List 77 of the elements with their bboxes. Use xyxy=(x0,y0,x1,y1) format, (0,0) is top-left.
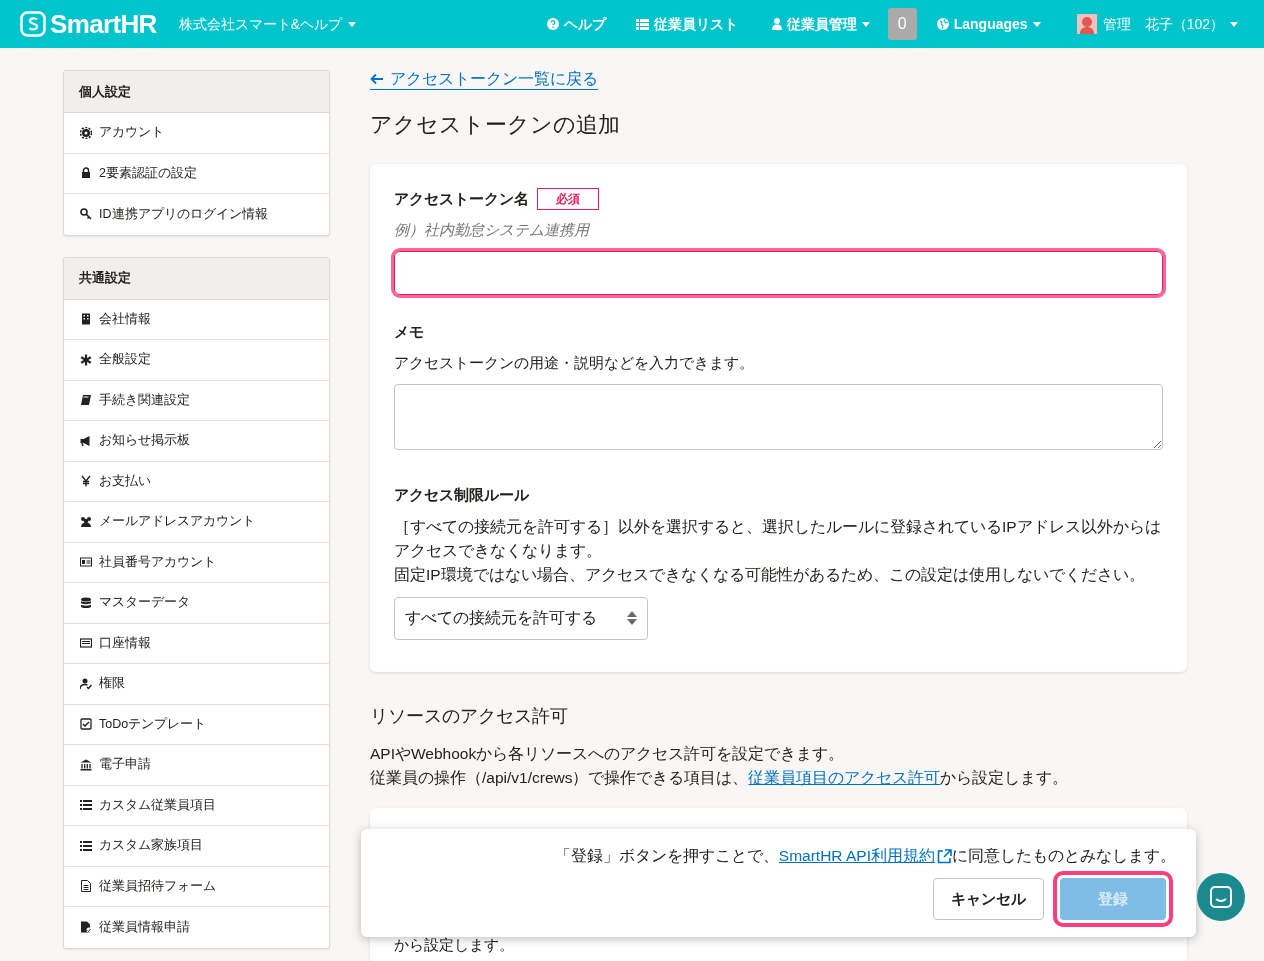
caret-icon xyxy=(1230,21,1238,27)
sidebar-item[interactable]: 社員番号アカウント xyxy=(64,542,329,583)
field-label: アクセス制限ルール xyxy=(394,485,530,505)
sidebar-item[interactable]: 電子申請 xyxy=(64,745,329,786)
field-description: ［すべての接続元を許可する］以外を選択すると、選択したルールに登録されているIPアドレス以外からはアクセスできなくなります。 xyxy=(394,516,1162,561)
caret-icon xyxy=(1032,21,1041,27)
consent-notice: 「登録」ボタンを押すことで、SmartHR API利用規約 に同意したものとみなします。 xyxy=(554,845,1176,867)
sidebar-item[interactable]: アカウント xyxy=(64,113,329,154)
register-button: 登録 xyxy=(1060,878,1166,920)
external-link-icon xyxy=(937,848,952,864)
sidebar-item[interactable]: マスターデータ xyxy=(64,583,329,624)
access-rule-select[interactable]: すべての接続元を許可する xyxy=(394,596,648,640)
document-icon xyxy=(80,880,92,893)
sidebar-item[interactable]: 従業員招待フォーム xyxy=(64,866,329,907)
section-title: 個人設定 xyxy=(64,71,329,113)
sidebar-item[interactable]: カスタム家族項目 xyxy=(64,826,329,867)
text-input[interactable] xyxy=(394,251,1163,295)
key-icon xyxy=(80,208,92,221)
gear-icon xyxy=(80,126,92,139)
permission-link[interactable]: 従業員項目のアクセス許可 xyxy=(748,768,941,786)
checkbox-icon xyxy=(80,718,92,731)
chat-icon xyxy=(1210,886,1232,908)
section-title: 共通設定 xyxy=(64,257,329,300)
database-icon xyxy=(80,596,92,609)
sidebar-item[interactable]: 従業員情報申請 xyxy=(64,907,329,948)
help-icon xyxy=(546,18,559,30)
user-icon xyxy=(771,18,782,30)
field-description: 固定IP環境ではない場合、アクセスできなくなる可能性があるため、この設定は使用しないでください。 xyxy=(394,564,1146,585)
list-icon xyxy=(635,18,649,30)
field-description: アクセストークンの用途・説明などを入力できます。 xyxy=(394,352,755,373)
field-label: アクセストークン名 xyxy=(394,189,529,209)
caret-icon xyxy=(348,21,357,27)
back-link[interactable]: アクセストークン一覧に戻る xyxy=(370,69,598,90)
card-text: から設定します。 xyxy=(394,934,515,955)
chat-button[interactable] xyxy=(1197,873,1245,921)
avatar-icon xyxy=(1076,14,1097,34)
card-icon xyxy=(80,637,92,650)
sidebar-item[interactable]: 手続き関連設定 xyxy=(64,380,329,421)
asterisk-icon xyxy=(80,353,92,366)
list-icon xyxy=(80,799,92,812)
sidebar-item[interactable]: 2要素認証の設定 xyxy=(64,153,329,194)
sidebar-item[interactable]: メールアドレスアカウント xyxy=(64,502,329,543)
id-card-icon xyxy=(80,556,92,569)
sort-icon xyxy=(627,611,637,625)
sidebar-item[interactable]: 会社情報 xyxy=(64,299,329,340)
book-icon xyxy=(80,394,92,407)
globe-icon xyxy=(936,18,949,30)
cancel-button[interactable]: キャンセル xyxy=(933,878,1044,920)
section-heading: リソースのアクセス許可 xyxy=(370,704,569,728)
lock-icon xyxy=(80,167,92,180)
sidebar-item[interactable]: お知らせ掲示板 xyxy=(64,421,329,462)
megaphone-icon xyxy=(80,434,92,447)
sidebar-item[interactable]: お支払い xyxy=(64,461,329,502)
logo-text: SmartHR xyxy=(50,7,157,41)
sidebar-item[interactable]: ID連携アプリのログイン情報 xyxy=(64,194,329,235)
terms-link[interactable]: SmartHR API利用規約 xyxy=(778,845,952,867)
logo-icon xyxy=(20,11,46,37)
section-description: APIやWebhookから各リソースへのアクセス許可を設定できます。 xyxy=(370,743,846,764)
count-badge: 0 xyxy=(887,8,917,40)
list-icon xyxy=(80,839,92,852)
sidebar-item[interactable]: ToDoテンプレート xyxy=(64,704,329,745)
file-edit-icon xyxy=(80,921,92,934)
users-icon xyxy=(80,515,92,528)
sidebar-item[interactable]: カスタム従業員項目 xyxy=(64,785,329,826)
sidebar-item[interactable]: 権限 xyxy=(64,664,329,705)
page-title: アクセストークンの追加 xyxy=(370,111,621,139)
yen-icon xyxy=(80,475,92,488)
user-check-icon xyxy=(80,677,92,690)
field-hint: 例）社内勤怠システム連携用 xyxy=(394,219,591,240)
required-badge: 必須 xyxy=(537,188,599,211)
section-description: 従業員の操作（/api/v1/crews）で操作できる項目は、従業員項目のアクセス許可から設定します。 xyxy=(370,767,1070,788)
sidebar-item[interactable]: 口座情報 xyxy=(64,623,329,664)
sidebar-item[interactable]: 全般設定 xyxy=(64,340,329,381)
building-icon xyxy=(80,313,92,326)
field-label: メモ xyxy=(394,322,425,342)
bank-icon xyxy=(80,758,92,771)
arrow-left-icon xyxy=(370,73,384,85)
